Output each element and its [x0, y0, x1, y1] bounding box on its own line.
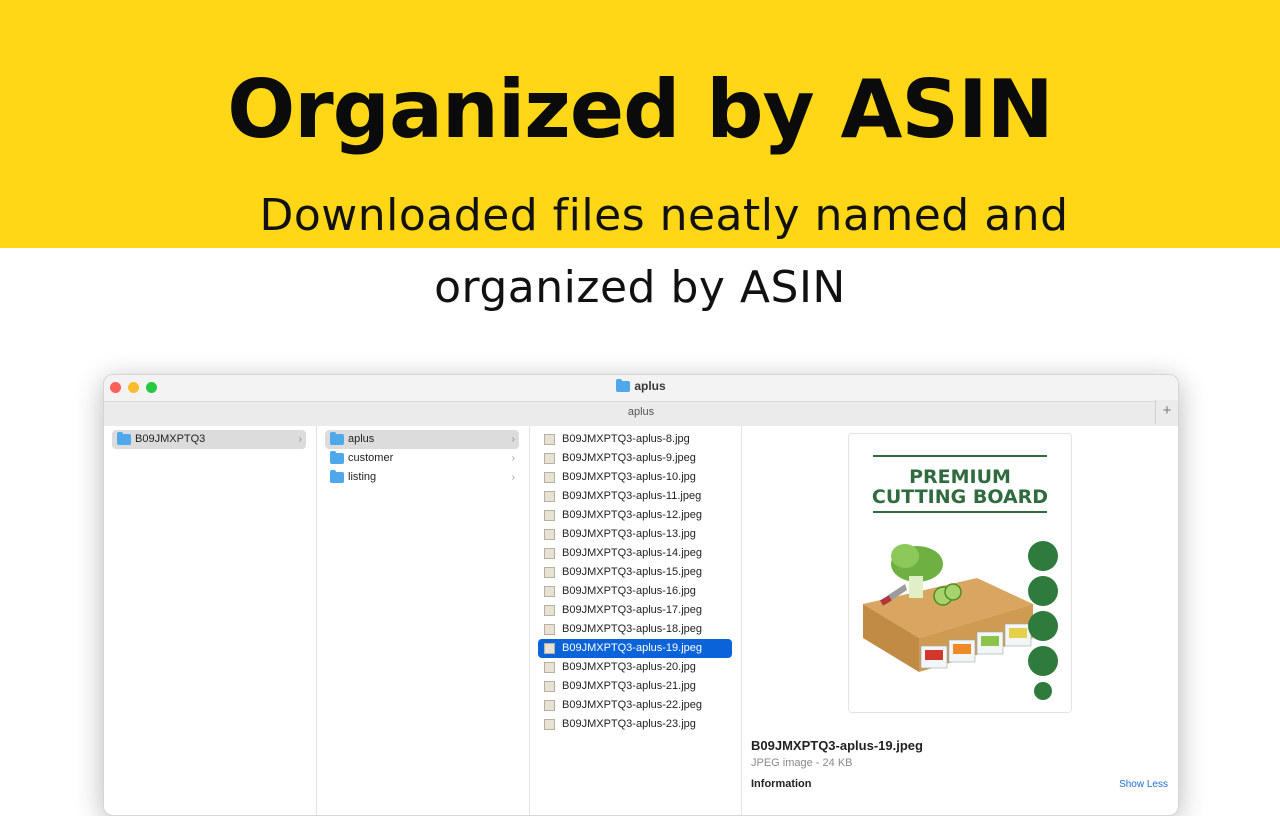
image-thumbnail-icon	[544, 700, 555, 711]
file-name: B09JMXPTQ3-aplus-22.jpeg	[562, 699, 703, 711]
file-name: B09JMXPTQ3-aplus-18.jpeg	[562, 623, 703, 635]
information-heading: Information	[751, 778, 812, 790]
file-row[interactable]: B09JMXPTQ3-aplus-17.jpeg	[538, 601, 732, 620]
folder-label: customer	[348, 452, 394, 464]
column-root: B09JMXPTQ3 ›	[104, 426, 317, 815]
image-thumbnail-icon	[544, 681, 555, 692]
file-name: B09JMXPTQ3-aplus-19.jpeg	[562, 642, 703, 654]
finder-window: aplus aplus + B09JMXPTQ3 › aplus › custo…	[103, 374, 1179, 816]
file-name: B09JMXPTQ3-aplus-10.jpg	[562, 471, 696, 483]
image-thumbnail-icon	[544, 529, 555, 540]
path-bar[interactable]: aplus	[104, 401, 1178, 426]
image-thumbnail-icon	[544, 662, 555, 673]
file-row[interactable]: B09JMXPTQ3-aplus-23.jpg	[538, 715, 732, 734]
file-name: B09JMXPTQ3-aplus-16.jpg	[562, 585, 696, 597]
file-row[interactable]: B09JMXPTQ3-aplus-15.jpeg	[538, 563, 732, 582]
file-list-column: B09JMXPTQ3-aplus-8.jpg B09JMXPTQ3-aplus-…	[530, 426, 742, 815]
subtitle-line-2: organized by ASIN	[434, 262, 846, 313]
file-row[interactable]: B09JMXPTQ3-aplus-13.jpg	[538, 525, 732, 544]
preview-image: PREMIUM CUTTING BOARD	[848, 433, 1072, 713]
image-thumbnail-icon	[544, 548, 555, 559]
window-title: aplus	[104, 379, 1178, 393]
file-row[interactable]: B09JMXPTQ3-aplus-11.jpeg	[538, 487, 732, 506]
image-thumbnail-icon	[544, 472, 555, 483]
image-thumbnail-icon	[544, 567, 555, 578]
title-bar: aplus aplus +	[104, 375, 1178, 426]
folder-icon	[616, 379, 631, 392]
file-name: B09JMXPTQ3-aplus-14.jpeg	[562, 547, 703, 559]
chevron-right-icon: ›	[298, 434, 302, 445]
window-title-text: aplus	[634, 379, 666, 393]
file-row[interactable]: B09JMXPTQ3-aplus-20.jpg	[538, 658, 732, 677]
file-name: B09JMXPTQ3-aplus-12.jpeg	[562, 509, 703, 521]
file-name: B09JMXPTQ3-aplus-8.jpg	[562, 433, 690, 445]
image-thumbnail-icon	[544, 491, 555, 502]
image-heading-2: CUTTING BOARD	[872, 486, 1048, 508]
folder-label: listing	[348, 471, 377, 483]
image-thumbnail-icon	[544, 586, 555, 597]
file-name: B09JMXPTQ3-aplus-13.jpg	[562, 528, 696, 540]
folder-icon	[117, 432, 131, 445]
show-less-link[interactable]: Show Less	[1119, 779, 1168, 790]
preview-pane: PREMIUM CUTTING BOARD B09JMXPTQ3-aplus-1…	[742, 426, 1178, 815]
subtitle-line-1: Downloaded files neatly named and	[259, 190, 1069, 241]
image-thumbnail-icon	[544, 624, 555, 635]
chevron-right-icon: ›	[511, 434, 515, 445]
file-row[interactable]: B09JMXPTQ3-aplus-9.jpeg	[538, 449, 732, 468]
image-heading-1: PREMIUM	[909, 466, 1011, 488]
folder-icon	[330, 451, 344, 464]
column-asin: aplus › customer › listing ›	[317, 426, 530, 815]
file-name: B09JMXPTQ3-aplus-20.jpg	[562, 661, 696, 673]
cutting-board-image: PREMIUM CUTTING BOARD	[857, 446, 1063, 701]
file-row-selected[interactable]: B09JMXPTQ3-aplus-19.jpeg	[538, 639, 732, 658]
preview-file-meta: JPEG image - 24 KB	[751, 757, 853, 769]
add-tab-button[interactable]: +	[1155, 400, 1178, 424]
file-name: B09JMXPTQ3-aplus-15.jpeg	[562, 566, 703, 578]
file-row[interactable]: B09JMXPTQ3-aplus-8.jpg	[538, 430, 732, 449]
chevron-right-icon: ›	[511, 453, 515, 464]
image-thumbnail-icon	[544, 453, 555, 464]
image-thumbnail-icon	[544, 510, 555, 521]
file-row[interactable]: B09JMXPTQ3-aplus-22.jpeg	[538, 696, 732, 715]
file-row[interactable]: B09JMXPTQ3-aplus-10.jpg	[538, 468, 732, 487]
folder-icon	[330, 470, 344, 483]
folder-row-listing[interactable]: listing ›	[325, 468, 519, 487]
file-name: B09JMXPTQ3-aplus-9.jpeg	[562, 452, 696, 464]
folder-row-customer[interactable]: customer ›	[325, 449, 519, 468]
file-row[interactable]: B09JMXPTQ3-aplus-18.jpeg	[538, 620, 732, 639]
file-row[interactable]: B09JMXPTQ3-aplus-21.jpg	[538, 677, 732, 696]
image-thumbnail-icon	[544, 643, 555, 654]
file-name: B09JMXPTQ3-aplus-11.jpeg	[562, 490, 702, 502]
folder-label: aplus	[348, 433, 375, 445]
file-name: B09JMXPTQ3-aplus-23.jpg	[562, 718, 696, 730]
file-name: B09JMXPTQ3-aplus-21.jpg	[562, 680, 696, 692]
folder-row-asin[interactable]: B09JMXPTQ3 ›	[112, 430, 306, 449]
file-row[interactable]: B09JMXPTQ3-aplus-12.jpeg	[538, 506, 732, 525]
chevron-right-icon: ›	[511, 472, 515, 483]
file-name: B09JMXPTQ3-aplus-17.jpeg	[562, 604, 703, 616]
image-thumbnail-icon	[544, 605, 555, 616]
image-thumbnail-icon	[544, 719, 555, 730]
file-row[interactable]: B09JMXPTQ3-aplus-14.jpeg	[538, 544, 732, 563]
folder-row-aplus[interactable]: aplus ›	[325, 430, 519, 449]
image-thumbnail-icon	[544, 434, 555, 445]
file-row[interactable]: B09JMXPTQ3-aplus-16.jpg	[538, 582, 732, 601]
folder-icon	[330, 432, 344, 445]
headline: Organized by ASIN	[227, 63, 1054, 156]
folder-label: B09JMXPTQ3	[135, 433, 206, 445]
preview-file-name: B09JMXPTQ3-aplus-19.jpeg	[751, 738, 923, 753]
